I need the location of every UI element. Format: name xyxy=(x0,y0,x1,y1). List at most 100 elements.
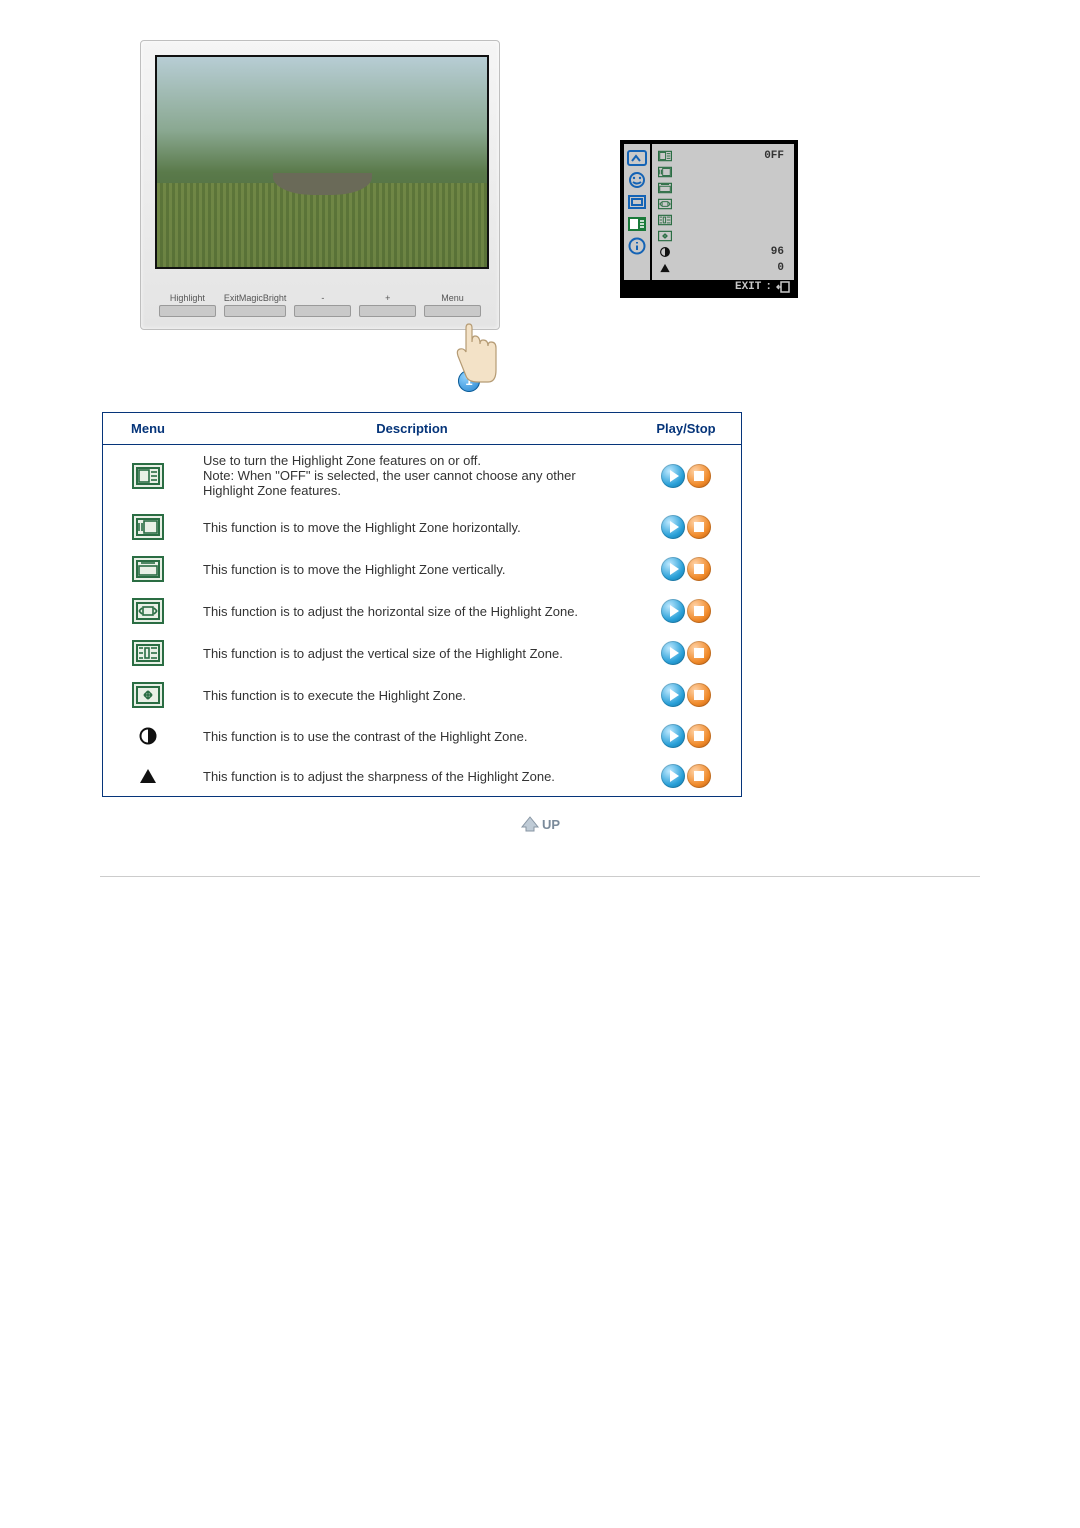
monitor-mock: Highlight ExitMagicBright-+ Menu xyxy=(140,40,500,330)
osd-exit-label: EXIT xyxy=(735,281,761,293)
osd-item-list: 0FF 96 0 xyxy=(652,144,794,280)
execute-icon xyxy=(658,230,672,242)
osd-row-h-move xyxy=(658,164,788,180)
osd-tab-strip xyxy=(624,144,652,280)
execute-icon xyxy=(132,682,164,708)
description-cell: This function is to move the Highlight Z… xyxy=(193,548,631,590)
monitor-button-cap xyxy=(224,305,287,317)
v-size-icon xyxy=(658,214,672,226)
description-cell: This function is to adjust the sharpness… xyxy=(193,756,631,797)
up-label: UP xyxy=(542,817,560,832)
osd-value: 0FF xyxy=(764,150,788,162)
monitor-button-cap xyxy=(159,305,216,317)
monitor-button-0: Highlight xyxy=(159,285,216,317)
osd-tab-color-icon xyxy=(626,170,648,190)
osd-tab-geometry-icon xyxy=(626,192,648,212)
sharpness-icon xyxy=(134,765,162,787)
menu-icon-cell xyxy=(103,716,194,756)
illustration-row: HighlightExitMagicBright-+Menu 1 0FF960 … xyxy=(140,40,980,392)
v-size-icon xyxy=(132,640,164,666)
play-button[interactable] xyxy=(661,515,685,539)
menu-icon-cell xyxy=(103,445,194,507)
osd-exit-icon xyxy=(776,281,790,293)
h-size-icon xyxy=(132,598,164,624)
h-size-icon xyxy=(658,198,672,210)
stop-button[interactable] xyxy=(687,515,711,539)
stop-button[interactable] xyxy=(687,641,711,665)
monitor-button-label-top: - xyxy=(294,285,351,303)
v-move-icon xyxy=(658,182,672,194)
col-header-playstop: Play/Stop xyxy=(631,413,742,445)
hz-toggle-icon xyxy=(132,463,164,489)
col-header-menu: Menu xyxy=(103,413,194,445)
osd-row-sharpness: 0 xyxy=(658,260,788,276)
stop-button[interactable] xyxy=(687,683,711,707)
description-cell: Use to turn the Highlight Zone features … xyxy=(193,445,631,507)
description-cell: This function is to adjust the vertical … xyxy=(193,632,631,674)
monitor-column: HighlightExitMagicBright-+Menu 1 xyxy=(140,40,500,392)
h-move-icon xyxy=(132,514,164,540)
table-row: This function is to move the Highlight Z… xyxy=(103,548,742,590)
stop-button[interactable] xyxy=(687,599,711,623)
up-arrow-icon xyxy=(520,815,540,833)
monitor-button-label-top: Menu xyxy=(424,285,481,303)
description-cell: This function is to adjust the horizonta… xyxy=(193,590,631,632)
osd-row-execute xyxy=(658,228,788,244)
osd-row-v-size xyxy=(658,212,788,228)
hand-pointer-graphic xyxy=(140,324,500,374)
back-to-top-link[interactable]: UP xyxy=(220,815,860,836)
osd-value: 96 xyxy=(771,246,788,258)
play-button[interactable] xyxy=(661,724,685,748)
monitor-button-label-top: Highlight xyxy=(159,285,216,303)
stop-button[interactable] xyxy=(687,557,711,581)
monitor-button-label-top: ExitMagicBright xyxy=(224,285,287,303)
osd-footer: EXIT : xyxy=(624,280,794,294)
table-row: Use to turn the Highlight Zone features … xyxy=(103,445,742,507)
section-divider xyxy=(100,876,980,877)
hz-toggle-icon xyxy=(658,150,672,162)
play-button[interactable] xyxy=(661,683,685,707)
play-button[interactable] xyxy=(661,557,685,581)
monitor-button-2: - xyxy=(294,285,351,317)
monitor-button-4: Menu xyxy=(424,285,481,317)
highlight-zone-table: Menu Description Play/Stop Use to turn t… xyxy=(102,412,742,797)
contrast-icon xyxy=(658,246,672,258)
osd-tab-picture-icon xyxy=(626,148,648,168)
monitor-button-cap xyxy=(294,305,351,317)
sharpness-icon xyxy=(658,262,672,274)
osd-panel: 0FF 96 0 EXIT : xyxy=(620,140,798,298)
monitor-button-1: ExitMagicBright xyxy=(224,285,287,317)
table-row: This function is to adjust the vertical … xyxy=(103,632,742,674)
table-row: This function is to move the Highlight Z… xyxy=(103,506,742,548)
col-header-description: Description xyxy=(193,413,631,445)
menu-icon-cell xyxy=(103,674,194,716)
menu-icon-cell xyxy=(103,590,194,632)
table-row: This function is to adjust the sharpness… xyxy=(103,756,742,797)
monitor-button-cap xyxy=(359,305,416,317)
play-button[interactable] xyxy=(661,464,685,488)
play-button[interactable] xyxy=(661,641,685,665)
osd-tab-highlight-icon xyxy=(626,214,648,234)
osd-row-contrast: 96 xyxy=(658,244,788,260)
monitor-button-label-top: + xyxy=(359,285,416,303)
description-cell: This function is to execute the Highligh… xyxy=(193,674,631,716)
description-cell: This function is to use the contrast of … xyxy=(193,716,631,756)
stop-button[interactable] xyxy=(687,464,711,488)
osd-row-hz-toggle: 0FF xyxy=(658,148,788,164)
table-row: This function is to execute the Highligh… xyxy=(103,674,742,716)
play-button[interactable] xyxy=(661,764,685,788)
osd-row-h-size xyxy=(658,196,788,212)
table-row: This function is to use the contrast of … xyxy=(103,716,742,756)
play-button[interactable] xyxy=(661,599,685,623)
menu-icon-cell xyxy=(103,632,194,674)
stop-button[interactable] xyxy=(687,724,711,748)
osd-row-v-move xyxy=(658,180,788,196)
v-move-icon xyxy=(132,556,164,582)
osd-value: 0 xyxy=(777,262,788,274)
stop-button[interactable] xyxy=(687,764,711,788)
table-row: This function is to adjust the horizonta… xyxy=(103,590,742,632)
osd-exit-colon: : xyxy=(765,281,772,293)
osd-tab-info-icon xyxy=(626,236,648,256)
monitor-button-3: + xyxy=(359,285,416,317)
menu-icon-cell xyxy=(103,548,194,590)
